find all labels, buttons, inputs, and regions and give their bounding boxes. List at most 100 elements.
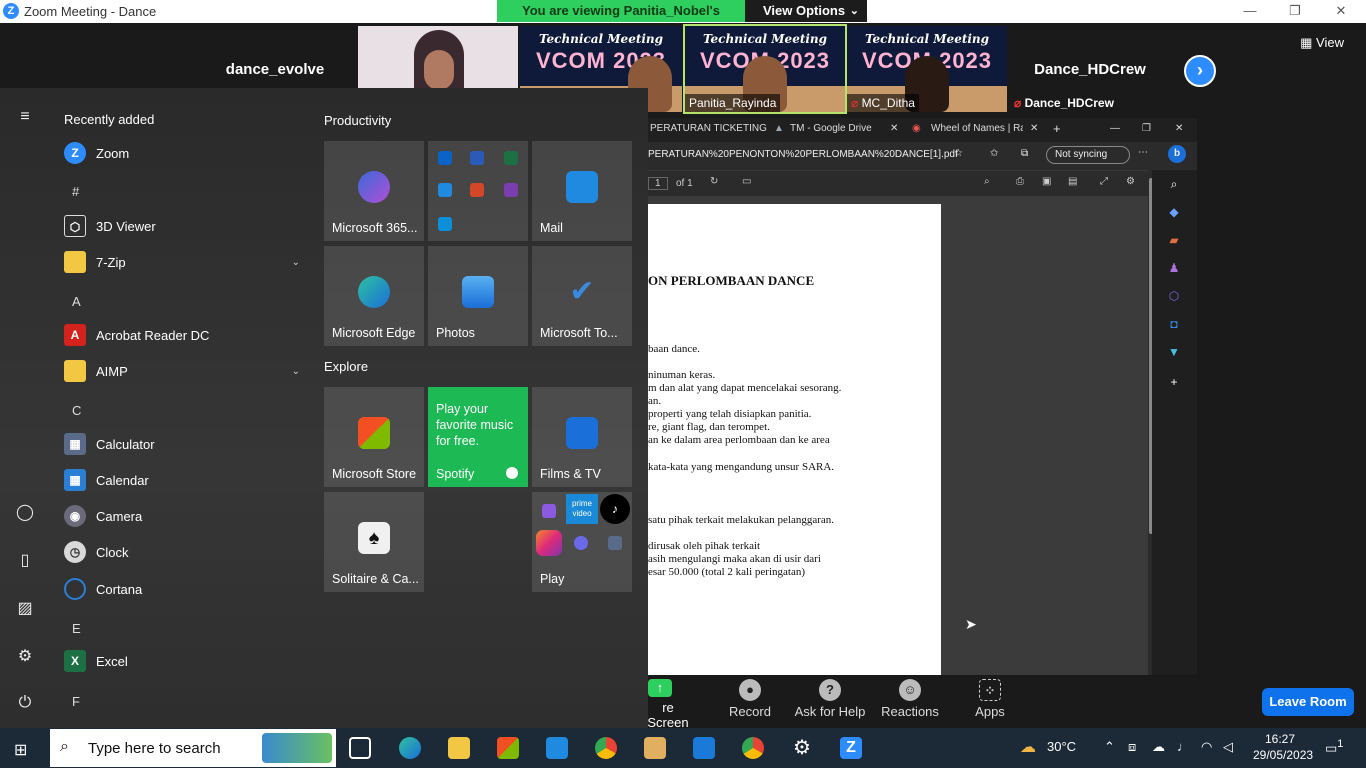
m365-icon[interactable]: ⬡ [1166,288,1182,304]
apps-button[interactable]: ⁘ Apps [974,679,1006,719]
address-bar[interactable]: PERATURAN%20PENONTON%20PERLOMBAAN%20DANC… [640,142,1197,168]
section-letter[interactable]: C [72,403,81,418]
chrome-icon[interactable] [595,737,617,759]
hamburger-menu-icon[interactable]: ≡ [15,108,35,128]
favorite-icon[interactable]: ☆ [954,148,963,159]
app-clock[interactable]: ◷ Clock [64,538,300,566]
view-options-button[interactable]: View Options ⌄ [745,0,867,22]
chevron-down-icon[interactable]: ⌄ [292,366,300,377]
games-icon[interactable]: ♟ [1166,260,1182,276]
section-letter[interactable]: E [72,621,81,636]
collections-icon[interactable]: ⧉ [1021,148,1028,159]
page-view-icon[interactable]: ▭ [742,176,751,187]
close-icon[interactable]: ✕ [1175,123,1183,134]
chrome-icon[interactable] [742,737,764,759]
app-calculator[interactable]: ▦ Calculator [64,430,300,458]
vscode-icon[interactable] [693,737,715,759]
chevron-down-icon[interactable]: ⌄ [292,257,300,268]
notifications-icon[interactable]: ▭1 [1325,738,1343,756]
app-7zip[interactable]: 7-Zip ⌄ [64,248,300,276]
bing-icon[interactable]: b [1168,145,1186,163]
mail-icon[interactable] [546,737,568,759]
section-letter[interactable]: A [72,294,81,309]
shopping-icon[interactable]: ◆ [1166,204,1182,220]
tile-edge[interactable]: Microsoft Edge [324,246,424,346]
sync-status-button[interactable]: Not syncing [1046,146,1131,164]
browser-tab[interactable]: TM - Google Drive [790,123,890,134]
power-icon[interactable]: ⏻ [15,694,35,714]
app-zoom[interactable]: Z Zoom [64,139,300,167]
view-button[interactable]: ▦ View [1300,35,1344,51]
tile-films-tv[interactable]: Films & TV [532,387,632,487]
browser-tab[interactable]: PERATURAN TICKETING | [650,123,770,134]
weather-icon[interactable]: ☁ [1020,737,1036,757]
new-tab-icon[interactable]: + [1053,121,1061,136]
tile-microsoft-365[interactable]: Microsoft 365... [324,141,424,241]
edge-icon[interactable] [399,737,421,759]
fullscreen-icon[interactable]: ⤢ [1100,176,1108,187]
zoom-icon[interactable]: Z [840,737,862,759]
app-aimp[interactable]: AIMP ⌄ [64,357,300,385]
settings-icon[interactable]: ⚙ [1126,176,1135,187]
print-icon[interactable]: ⎙ [1016,176,1024,187]
record-button[interactable]: ● Record [726,679,774,719]
page-number-input[interactable]: 1 [648,177,668,190]
tile-spotify[interactable]: Play your favorite music for free. Spoti… [428,387,528,487]
share-screen-button[interactable]: ↑ re Screen [640,679,696,730]
file-explorer-icon[interactable] [448,737,470,759]
search-icon[interactable]: ⌕ [984,176,990,187]
tile-mail[interactable]: Mail [532,141,632,241]
outlook-icon[interactable]: ◘ [1166,316,1182,332]
section-letter[interactable]: # [72,184,79,199]
tile-solitaire[interactable]: ♠ Solitaire & Ca... [324,492,424,592]
more-icon[interactable]: ⋯ [1138,147,1148,158]
section-letter[interactable]: F [72,694,80,709]
cloud-icon[interactable]: ☁ [1152,739,1165,755]
app-3d-viewer[interactable]: ⬡ 3D Viewer [64,212,300,240]
save-icon[interactable]: ▣ [1042,176,1051,187]
leave-room-button[interactable]: Leave Room [1262,688,1354,716]
reactions-button[interactable]: ☺ Reactions [880,679,940,719]
app-cortana[interactable]: Cortana [64,575,300,603]
settings-gear-icon[interactable]: ⚙ [15,646,35,666]
tile-play[interactable]: prime video ♪ Play [532,492,632,592]
app-calendar[interactable]: ▦ Calendar [64,466,300,494]
drop-icon[interactable]: ▼ [1166,344,1182,360]
close-tab-icon[interactable]: ✕ [1030,123,1038,134]
volume-icon[interactable]: ◁ [1223,739,1233,755]
settings-gear-icon[interactable]: ⚙ [791,737,813,759]
app-camera[interactable]: ◉ Camera [64,502,300,530]
restore-button[interactable]: ❐ [1272,0,1318,23]
save-as-icon[interactable]: ▤ [1068,176,1077,187]
task-view-icon[interactable] [349,737,371,759]
app-excel[interactable]: X Excel [64,647,300,675]
browser-tab[interactable]: Wheel of Names | Rand [931,123,1023,134]
rotate-icon[interactable]: ↻ [710,176,718,187]
tile-office-apps[interactable] [428,141,528,241]
tile-todo[interactable]: ✔ Microsoft To... [532,246,632,346]
participant-tile[interactable]: Dance_HDCrew ⌀ Dance_HDCrew [1010,26,1170,112]
close-tab-icon[interactable]: ✕ [890,123,898,134]
app-acrobat[interactable]: A Acrobat Reader DC [64,321,300,349]
ask-for-help-button[interactable]: ? Ask for Help [794,679,866,719]
add-icon[interactable]: + [1166,374,1182,390]
weather-temp[interactable]: 30°C [1047,739,1076,754]
participant-video-tile[interactable]: Technical Meeting VCOM 2023 Panitia_Rayi… [683,24,847,114]
meet-now-icon[interactable]: ⧈ [1128,739,1136,755]
next-participants-button[interactable]: › [1184,55,1216,87]
microphone-icon[interactable]: ♩ [1177,739,1190,754]
tile-microsoft-store[interactable]: Microsoft Store [324,387,424,487]
documents-icon[interactable]: ▯ [15,550,35,570]
user-account-icon[interactable]: ◯ [15,502,35,522]
search-icon[interactable]: ⌕ [1166,176,1182,192]
chevron-up-icon[interactable]: ⌃ [1104,739,1115,755]
wifi-icon[interactable]: ◠ [1201,739,1212,755]
restore-icon[interactable]: ❐ [1142,123,1151,134]
pictures-icon[interactable]: ▨ [15,598,35,618]
participant-video-tile[interactable]: Technical Meeting VCOM 2023 ⌀ MC_Ditha [847,26,1007,112]
tools-icon[interactable]: ▰ [1166,232,1182,248]
tile-photos[interactable]: Photos [428,246,528,346]
windows-start-icon[interactable]: ⊞ [14,740,27,760]
taskbar-search-box[interactable]: ⌕ Type here to search [50,729,336,767]
minimize-button[interactable]: — [1227,0,1273,23]
